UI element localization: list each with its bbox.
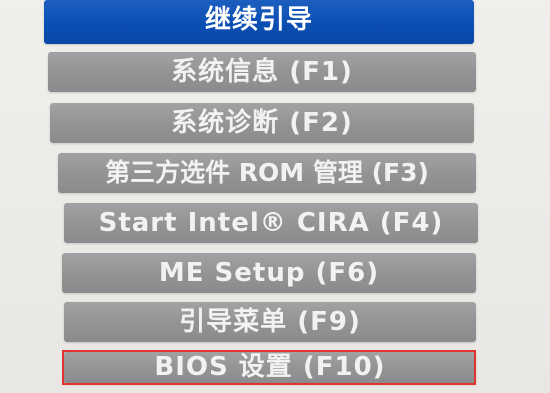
menu-item-continue-boot[interactable]: 继续引导 [44,0,474,44]
menu-item-system-information[interactable]: 系统信息 (F1) [48,52,476,92]
menu-item-boot-menu[interactable]: 引导菜单 (F9) [64,302,476,342]
menu-item-option-rom-management[interactable]: 第三方选件 ROM 管理 (F3) [58,153,476,193]
menu-item-me-setup[interactable]: ME Setup (F6) [62,253,476,293]
boot-menu-screen: 继续引导 系统信息 (F1) 系统诊断 (F2) 第三方选件 ROM 管理 (F… [0,0,550,393]
menu-item-system-diagnostics[interactable]: 系统诊断 (F2) [50,103,474,143]
menu-item-start-intel-cira[interactable]: Start Intel® CIRA (F4) [64,203,478,243]
menu-item-bios-setup[interactable]: BIOS 设置 (F10) [64,351,476,384]
